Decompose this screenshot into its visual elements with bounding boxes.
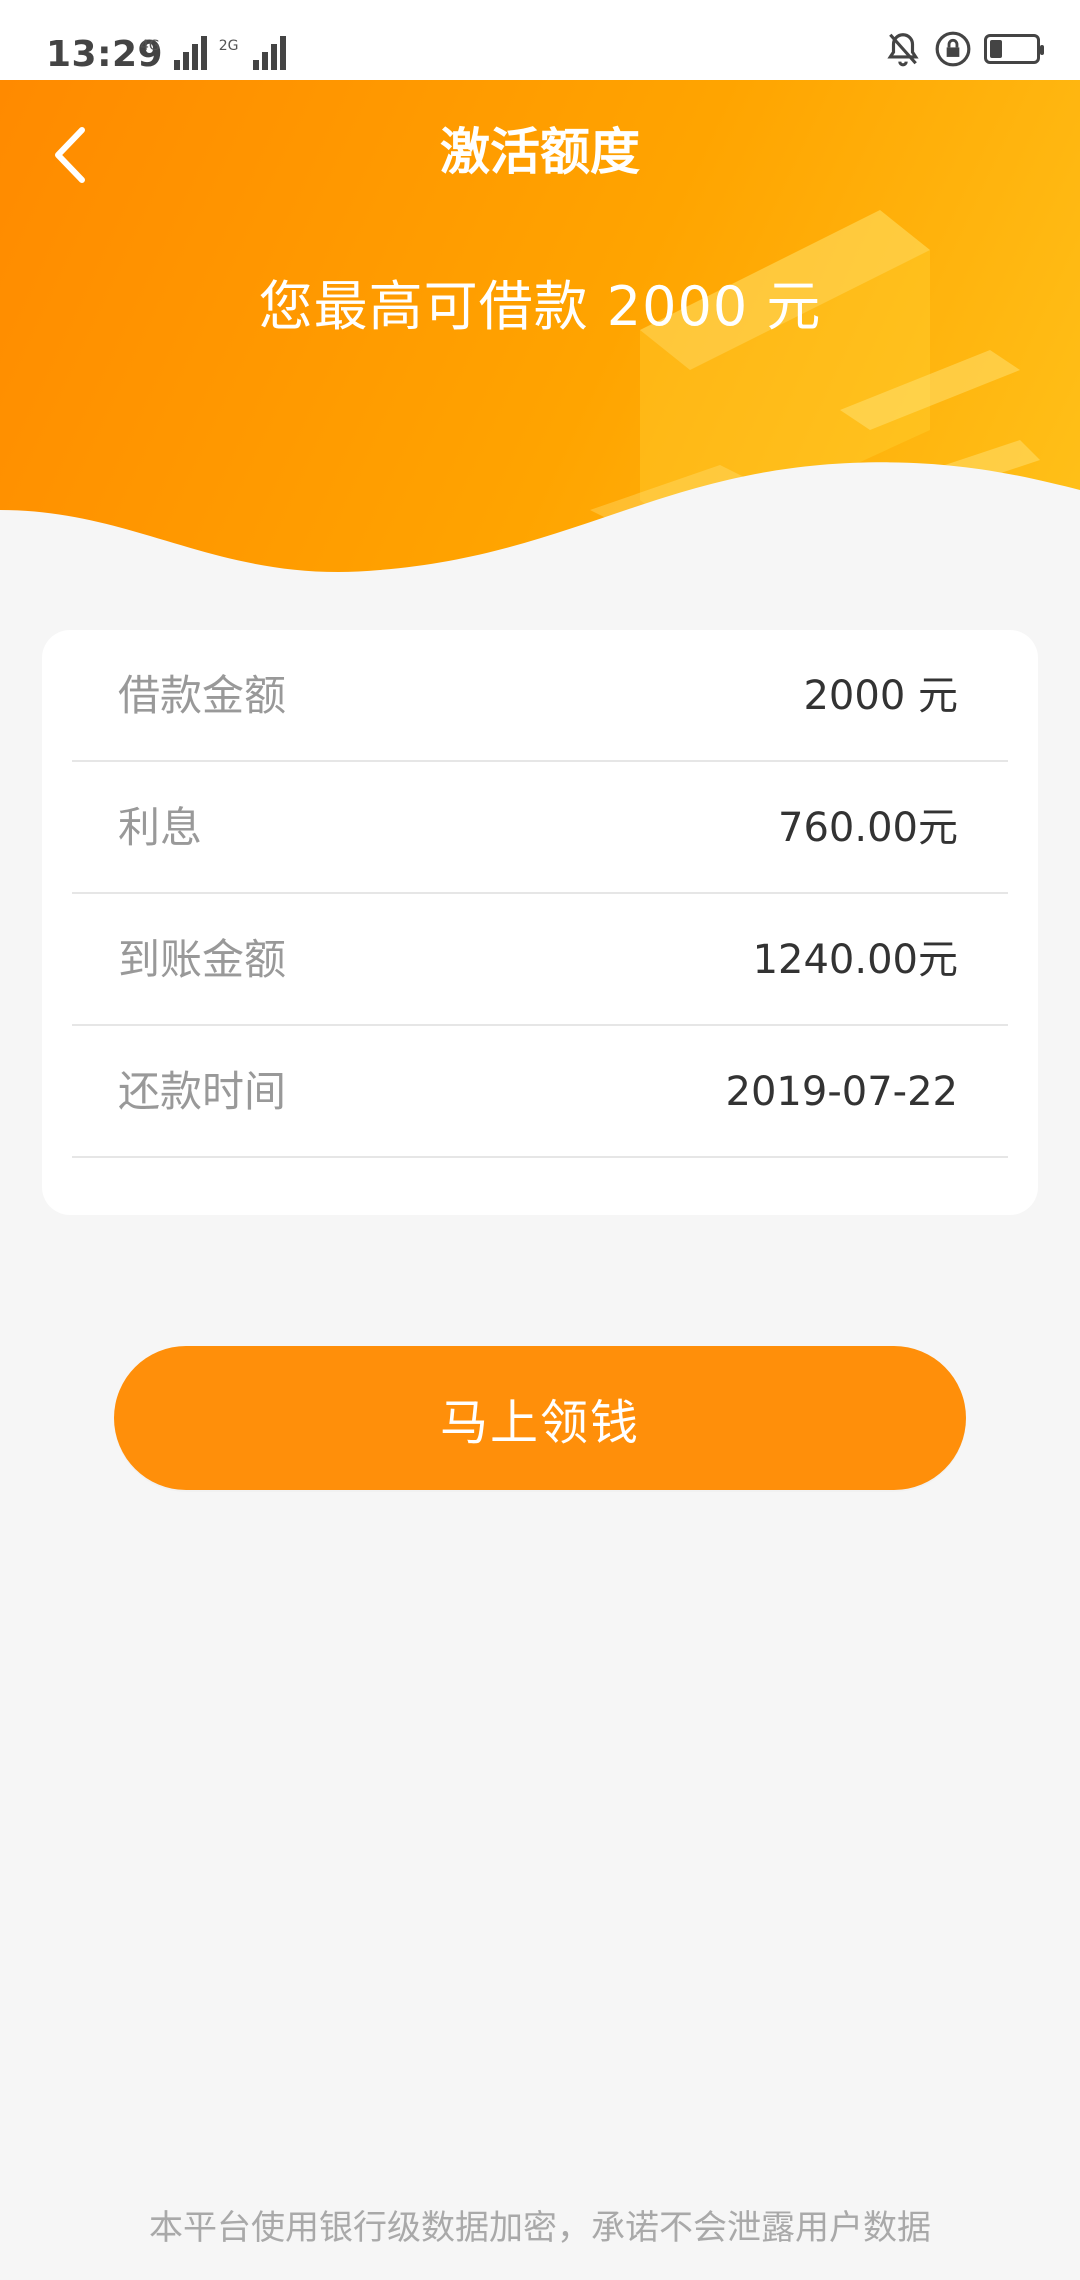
signal-icon-2 [252, 30, 286, 70]
row-value: 1240.00元 [752, 937, 958, 983]
status-icons [884, 30, 1044, 68]
detail-row-loan-amount: 借款金额 2000 元 [72, 630, 1008, 762]
network-type-2: 2G [218, 38, 239, 54]
network-indicators: 4G 2G [140, 30, 286, 70]
row-label: 到账金额 [118, 935, 287, 984]
screen-lock-icon [935, 31, 971, 67]
security-note: 本平台使用银行级数据加密，承诺不会泄露用户数据 [149, 2208, 931, 2248]
status-bar: 13:29 4G 2G [0, 0, 1080, 80]
max-loan-headline: 您最高可借款 2000 元 [258, 275, 822, 338]
signal-icon [173, 30, 207, 70]
loan-detail-card: 借款金额 2000 元 利息 760.00元 到账金额 1240.00元 还款时… [42, 630, 1038, 1215]
detail-row-interest: 利息 760.00元 [72, 762, 1008, 894]
row-value: 2000 元 [803, 673, 958, 719]
row-label: 借款金额 [118, 671, 287, 720]
header-banner: 激活额度 您最高可借款 2000 元 [0, 80, 1080, 600]
battery-icon [984, 34, 1044, 64]
network-type-1: 4G [140, 38, 160, 54]
page-title: 激活额度 [440, 123, 640, 181]
row-label: 还款时间 [118, 1067, 287, 1116]
bell-off-icon [887, 33, 919, 67]
detail-row-repayment-date: 还款时间 2019-07-22 [72, 1026, 1008, 1158]
get-money-button[interactable]: 马上领钱 [114, 1346, 966, 1490]
detail-row-received-amount: 到账金额 1240.00元 [72, 894, 1008, 1026]
row-label: 利息 [118, 803, 203, 852]
row-value: 760.00元 [778, 805, 958, 851]
row-value: 2019-07-22 [725, 1069, 958, 1115]
